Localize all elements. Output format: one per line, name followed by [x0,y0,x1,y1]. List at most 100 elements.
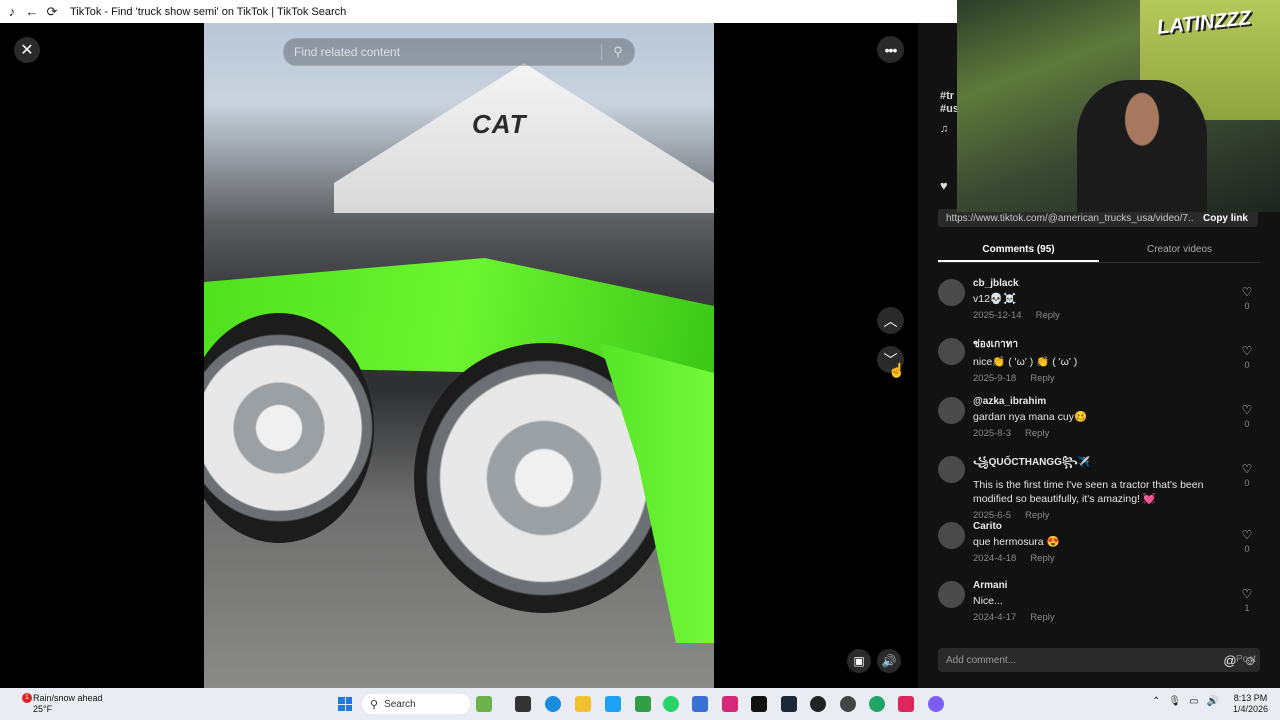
related-search-bar[interactable]: ⚲ [283,38,635,66]
video-player[interactable]: CAT [204,23,714,688]
chrome-icon[interactable] [869,696,885,712]
taskbar-clock[interactable]: 8:13 PM 1/4/2026 [1233,693,1268,715]
like-count: 0 [1244,360,1250,370]
comment-text: gardan nya mana cuy🥴 [973,411,1088,423]
reply-button[interactable]: Reply [1030,373,1054,384]
tiktok-studio-icon[interactable] [898,696,914,712]
edge-browser-icon[interactable] [545,696,561,712]
like-icon[interactable]: ♥ [940,178,948,193]
tab-creator-videos[interactable]: Creator videos [1099,237,1260,262]
like-count: 0 [1244,301,1250,311]
webcam-person [1077,80,1207,212]
start-button[interactable] [338,697,352,711]
like-count: 0 [1244,544,1250,554]
previous-video-button[interactable]: ︿ [877,307,904,334]
task-view-icon[interactable] [515,696,531,712]
copy-link-button[interactable]: Copy link [1193,213,1258,224]
display-icon[interactable]: ▭ [1189,696,1198,707]
related-search-input[interactable] [284,44,601,60]
comment-item: ช่องเกาทา nice👏 ( 'ω' ) 👏 ( 'ω' ) 2025-9… [938,330,1260,389]
comment-date: 2025-8-3 [973,428,1012,439]
file-explorer-icon[interactable] [575,696,591,712]
reply-button[interactable]: Reply [1025,428,1049,439]
music-icon: ♫ [940,123,949,135]
post-button[interactable]: Post [1236,654,1256,665]
comment-item: Armani Nice... 2024-4-17 Reply ♡ 1 [938,573,1260,632]
comment-date: 2025-9-18 [973,373,1017,384]
twitter-app-icon[interactable] [605,696,621,712]
like-count: 0 [1244,478,1250,488]
comment-like-button[interactable]: ♡ 1 [1240,587,1254,613]
avatar[interactable] [938,581,965,608]
tiktok-app-icon[interactable] [751,696,767,712]
comment-text: que hermosura 😍 [973,536,1060,548]
discord-icon[interactable] [928,696,944,712]
reply-button[interactable]: Reply [1030,612,1054,623]
weather-temp: 25°F [33,704,53,714]
hashtag-link[interactable]: #tr [940,90,954,102]
avatar[interactable] [938,279,965,306]
speaker-icon: 🔊 [881,654,897,668]
comment-username[interactable]: @azka_ibrahim [973,396,1218,407]
add-comment-input[interactable] [938,653,1220,667]
comment-like-button[interactable]: ♡ 0 [1240,285,1254,311]
comment-date: 2024-4-18 [973,553,1017,564]
more-options-button[interactable]: ••• [877,36,904,63]
comment-username[interactable]: cb_jblack [973,278,1218,289]
heart-outline-icon: ♡ [1241,403,1253,417]
comment-like-button[interactable]: ♡ 0 [1240,462,1254,488]
arrow-left-icon[interactable]: ← [24,4,40,20]
tiktok-favicon-icon: ♪ [8,4,16,19]
weather-title: Rain/snow ahead [33,693,103,703]
floating-player-button[interactable]: ▣ [847,649,871,673]
weather-widget[interactable]: 1 Rain/snow ahead 25°F [18,693,103,715]
widgets-app-icon[interactable] [476,696,492,712]
chevron-up-icon[interactable]: ⌃ [1152,696,1160,707]
avatar[interactable] [938,522,965,549]
xbox-app-icon[interactable] [635,696,651,712]
comment-like-button[interactable]: ♡ 0 [1240,344,1254,370]
search-icon: ⚲ [370,698,379,711]
app-icon[interactable] [840,696,856,712]
avatar[interactable] [938,397,965,424]
like-count: 0 [1244,419,1250,429]
close-button[interactable]: ✕ [14,37,40,63]
comment-date: 2025-12-14 [973,310,1022,321]
tab-comments[interactable]: Comments (95) [938,237,1099,262]
taskbar-search[interactable]: ⚲ Search [362,694,470,714]
microphone-icon[interactable]: 🎙 [1168,696,1181,707]
store-app-icon[interactable] [692,696,708,712]
volume-button[interactable]: 🔊 [877,649,901,673]
page-title: TikTok - Find 'truck show semi' on TikTo… [70,5,347,18]
avatar[interactable] [938,456,965,483]
chevron-up-icon: ︿ [883,312,898,329]
heart-outline-icon: ♡ [1241,528,1253,542]
comment-username[interactable]: ช่องเกาทา [973,337,1218,352]
system-tray: ⌃ 🎙 ▭ 🔊 [1152,696,1219,707]
webcam-overlay: LATINZZZ [957,0,1280,212]
browser-titlebar: ♪ ← ⟳ TikTok - Find 'truck show semi' on… [0,0,957,23]
close-icon: ✕ [20,42,34,59]
comment-date: 2024-4-17 [973,612,1017,623]
reply-button[interactable]: Reply [1030,553,1054,564]
instagram-icon[interactable] [722,696,738,712]
comment-like-button[interactable]: ♡ 0 [1240,403,1254,429]
heart-outline-icon: ♡ [1241,285,1253,299]
refresh-icon[interactable]: ⟳ [44,4,60,20]
comment-list: cb_jblack v12💀☠️ 2025-12-14 Reply ♡ 0 ช่อง… [938,271,1260,632]
comment-text: This is the first time I've seen a tract… [973,479,1204,505]
comment-username[interactable]: Armani [973,580,1218,591]
video-brand-text: CAT [472,109,527,139]
search-icon[interactable]: ⚲ [602,44,634,60]
avatar[interactable] [938,338,965,365]
steam-icon[interactable] [781,696,797,712]
heart-outline-icon: ♡ [1241,587,1253,601]
obs-icon[interactable] [810,696,826,712]
comment-username[interactable]: ꧁QUỐCTHANGG꧂✈️ [973,455,1218,475]
clock-date: 1/4/2026 [1233,704,1269,714]
comment-like-button[interactable]: ♡ 0 [1240,528,1254,554]
comment-username[interactable]: Carito [973,521,1218,532]
whatsapp-icon[interactable] [663,696,679,712]
volume-icon[interactable]: 🔊 [1207,696,1219,707]
reply-button[interactable]: Reply [1036,310,1060,321]
